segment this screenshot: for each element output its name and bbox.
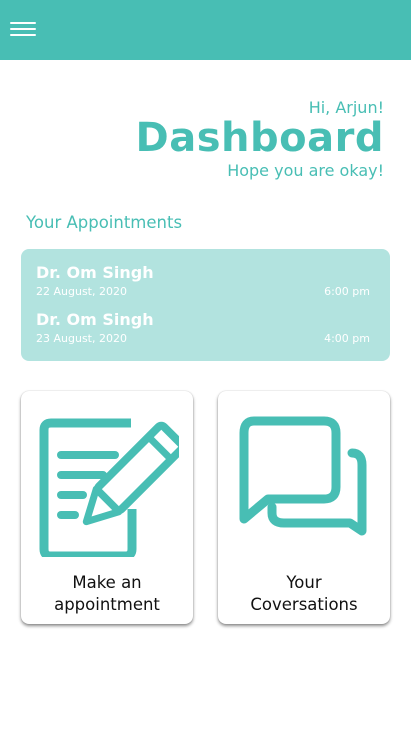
- subtitle-text: Hope you are okay!: [227, 161, 384, 180]
- appointment-item[interactable]: Dr. Om Singh 23 August, 2020 4:00 pm: [36, 310, 370, 350]
- page-title: Dashboard: [135, 115, 384, 161]
- appointments-card: Dr. Om Singh 22 August, 2020 6:00 pm Dr.…: [21, 249, 390, 361]
- hamburger-menu-icon[interactable]: [8, 20, 38, 40]
- conversations-button[interactable]: Your Coversations: [218, 391, 390, 624]
- chat-bubbles-icon: [239, 416, 367, 536]
- appointment-doctor: Dr. Om Singh: [36, 310, 154, 329]
- appointment-date: 22 August, 2020: [36, 285, 127, 298]
- conversations-label: Your Coversations: [250, 573, 358, 614]
- appointment-item[interactable]: Dr. Om Singh 22 August, 2020 6:00 pm: [36, 263, 370, 303]
- make-appointment-label: Make an appointment: [54, 573, 160, 614]
- appointment-time: 4:00 pm: [324, 332, 370, 345]
- appointment-time: 6:00 pm: [324, 285, 370, 298]
- app-bar: [0, 0, 411, 60]
- appointment-date: 23 August, 2020: [36, 332, 127, 345]
- edit-document-icon: [39, 418, 179, 557]
- appointment-doctor: Dr. Om Singh: [36, 263, 154, 282]
- appointments-heading: Your Appointments: [26, 213, 183, 232]
- make-appointment-button[interactable]: Make an appointment: [21, 391, 193, 624]
